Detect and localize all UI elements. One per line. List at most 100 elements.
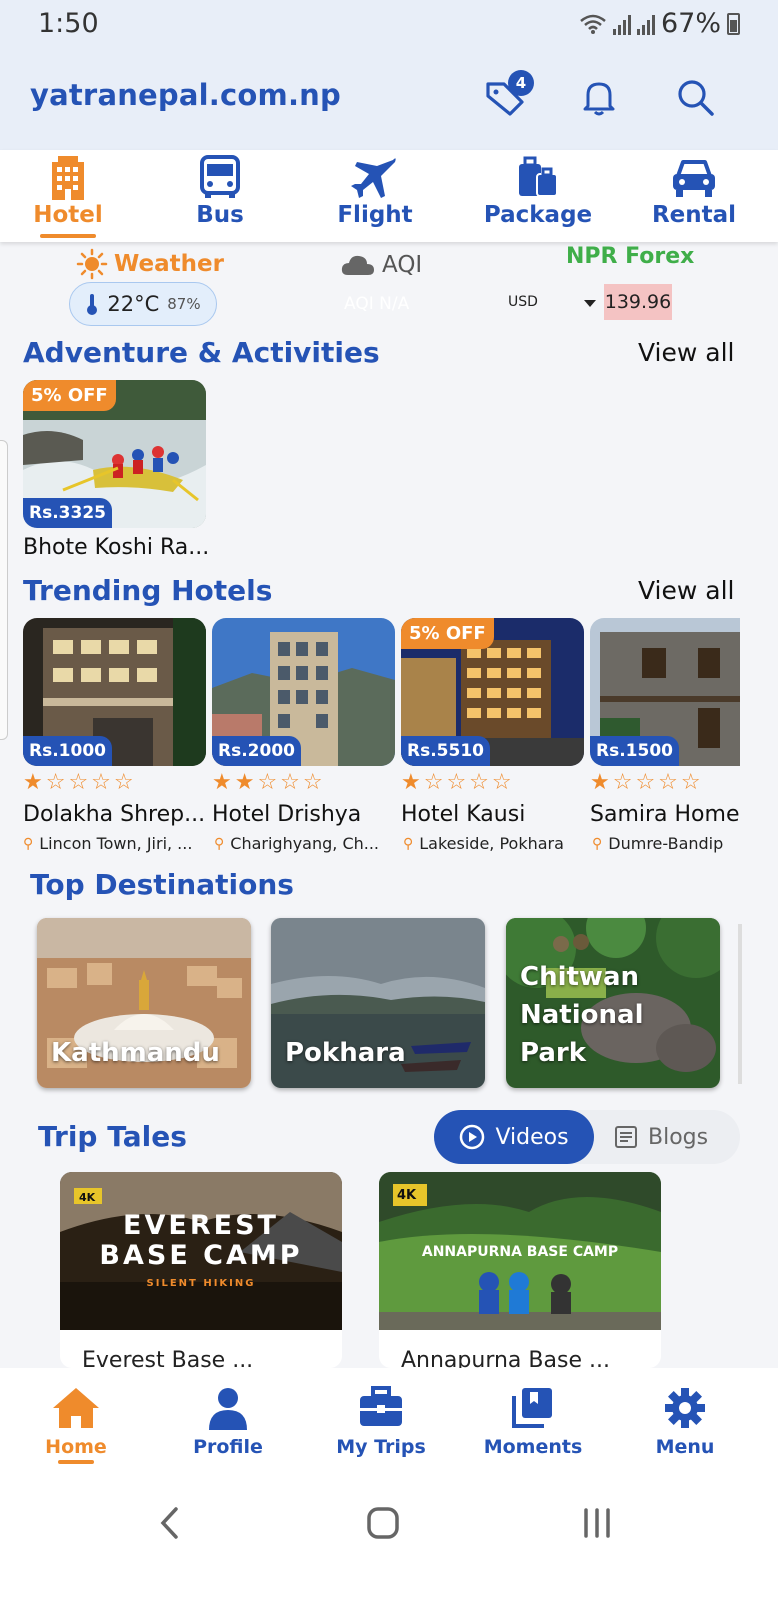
tab-flight-label: Flight (337, 202, 413, 228)
hotel-icon (52, 156, 84, 200)
nav-my-trips[interactable]: My Trips (311, 1368, 451, 1478)
hotel-card-image[interactable]: Rs.2000 (212, 618, 395, 766)
trip-tales-toggle: Videos Blogs (434, 1110, 740, 1164)
blogs-tab-label: Blogs (648, 1124, 709, 1150)
search-icon[interactable] (672, 74, 718, 120)
rating-stars: ★★☆☆☆ (212, 770, 326, 795)
price-badge: Rs.2000 (212, 736, 301, 766)
hotel-name[interactable]: Dolakha Shrep... (23, 802, 206, 827)
recent-apps-icon[interactable] (580, 1506, 614, 1540)
hotel-location: ⚲ Lincon Town, Jiri, ... (23, 834, 206, 853)
hotel-location-text: Lakeside, Pokhara (419, 834, 564, 853)
location-pin-icon: ⚲ (403, 835, 414, 852)
hotel-location: ⚲ Charighyang, Ch... (214, 834, 395, 853)
destination-name: Chitwan National Park (520, 962, 644, 1068)
app-header: 1:50 67% yatranepal.com.np 4 (0, 0, 778, 150)
bus-icon (200, 155, 240, 198)
status-time: 1:50 (38, 8, 99, 39)
battery-percent: 67% (660, 8, 721, 39)
hotel-location-text: Charighyang, Ch... (230, 834, 380, 853)
videos-tab-label: Videos (495, 1124, 569, 1150)
wifi-icon (580, 14, 606, 34)
tab-package[interactable]: Package (478, 150, 598, 242)
hotel-card-image[interactable]: Rs.1500 (590, 618, 740, 766)
hotel-location-text: Lincon Town, Jiri, ... (39, 834, 193, 853)
active-nav-underline (58, 1460, 94, 1464)
bell-icon[interactable] (576, 74, 622, 120)
active-tab-underline (40, 234, 96, 238)
edge-panel-handle[interactable] (0, 440, 8, 740)
system-navigation-bar (0, 1478, 778, 1600)
package-icon (519, 156, 558, 197)
destination-card[interactable]: Kathmandu (37, 918, 251, 1088)
briefcase-icon (360, 1386, 402, 1426)
video-title: Everest Base ... (82, 1348, 254, 1368)
destinations-section-title: Top Destinations (30, 868, 294, 901)
tab-rental[interactable]: Rental (644, 150, 744, 242)
article-icon (615, 1126, 637, 1148)
thermometer-icon (87, 294, 98, 315)
hotels-view-all-link[interactable]: View all (638, 576, 734, 605)
destination-card[interactable]: Pokhara (271, 918, 485, 1088)
nav-my-trips-label: My Trips (336, 1436, 426, 1458)
star-icon: ★☆☆☆☆ (590, 770, 704, 795)
wishlist-badge: 4 (508, 70, 534, 96)
next-card-peek (738, 924, 742, 1084)
currency-select[interactable]: USD (508, 294, 538, 310)
destination-card[interactable]: Chitwan National Park (506, 918, 720, 1088)
thumb-title-line2: BASE CAMP (99, 1240, 303, 1271)
profile-icon (209, 1388, 247, 1430)
tab-hotel[interactable]: Hotel (18, 150, 118, 242)
humidity-value: 87% (167, 295, 201, 313)
hotel-name[interactable]: Hotel Kausi (401, 802, 584, 827)
adventure-card-name[interactable]: Bhote Koshi Ra... (23, 535, 213, 560)
thumb-title-line1: EVEREST (123, 1210, 279, 1241)
tab-hotel-label: Hotel (33, 202, 103, 228)
hotel-location-text: Dumre-Bandip (608, 834, 724, 853)
car-icon (673, 160, 715, 197)
gear-icon (665, 1388, 705, 1428)
brand-logo[interactable]: yatranepal.com.np (30, 78, 341, 112)
bottom-navigation: Home Profile My Trips Moments Menu (0, 1368, 778, 1478)
adventure-view-all-link[interactable]: View all (638, 338, 734, 367)
destination-name: Kathmandu (51, 1038, 220, 1068)
rating-stars: ★☆☆☆☆ (590, 770, 704, 795)
aqi-value: AQI N/A (344, 294, 410, 314)
hotel-name[interactable]: Hotel Drishya (212, 802, 395, 827)
tab-package-label: Package (483, 202, 593, 228)
hotel-card-image[interactable]: 5% OFF Rs.5510 (401, 618, 584, 766)
tab-bus[interactable]: Bus (170, 150, 270, 242)
chevron-down-icon[interactable] (584, 300, 596, 307)
sun-icon (76, 248, 108, 280)
flight-icon (351, 158, 396, 198)
weather-widget[interactable]: Weather (76, 248, 224, 280)
nav-menu[interactable]: Menu (615, 1368, 755, 1478)
adventure-card-image[interactable]: 5% OFF Rs.3325 (23, 380, 206, 528)
tab-flight[interactable]: Flight (322, 150, 428, 242)
temperature-value: 22°C (107, 292, 160, 316)
aqi-widget[interactable]: AQI (340, 252, 422, 278)
adventure-section-title: Adventure & Activities (23, 336, 380, 369)
discount-badge: 5% OFF (401, 618, 494, 649)
hotel-name[interactable]: Samira Home (590, 802, 740, 827)
nav-moments-label: Moments (483, 1436, 583, 1458)
hotel-card-image[interactable]: Rs.1000 (23, 618, 206, 766)
hotels-section-title: Trending Hotels (23, 574, 273, 607)
video-card[interactable]: 4K EVEREST BASE CAMP SILENT HIKING Evere… (60, 1172, 342, 1368)
price-badge: Rs.5510 (401, 736, 490, 766)
videos-tab[interactable]: Videos (434, 1110, 594, 1164)
nav-profile[interactable]: Profile (158, 1368, 298, 1478)
blogs-tab[interactable]: Blogs (614, 1110, 740, 1164)
video-card[interactable]: 4K ANNAPURNA BASE CAMP Annapurna Base ..… (379, 1172, 661, 1368)
cloud-icon (341, 255, 374, 275)
star-icon: ★★☆☆☆ (212, 770, 326, 795)
price-badge: Rs.3325 (23, 498, 112, 528)
category-tabs: Hotel Bus Flight Package Rental (0, 150, 778, 242)
back-icon[interactable] (156, 1506, 184, 1540)
nav-moments[interactable]: Moments (463, 1368, 603, 1478)
nav-home[interactable]: Home (6, 1368, 146, 1478)
thumb-subtitle: SILENT HIKING (146, 1278, 256, 1289)
home-button-icon[interactable] (366, 1506, 400, 1540)
4k-tag: 4K (397, 1188, 417, 1203)
thumb-title-line1: ANNAPURNA BASE CAMP (421, 1244, 619, 1260)
